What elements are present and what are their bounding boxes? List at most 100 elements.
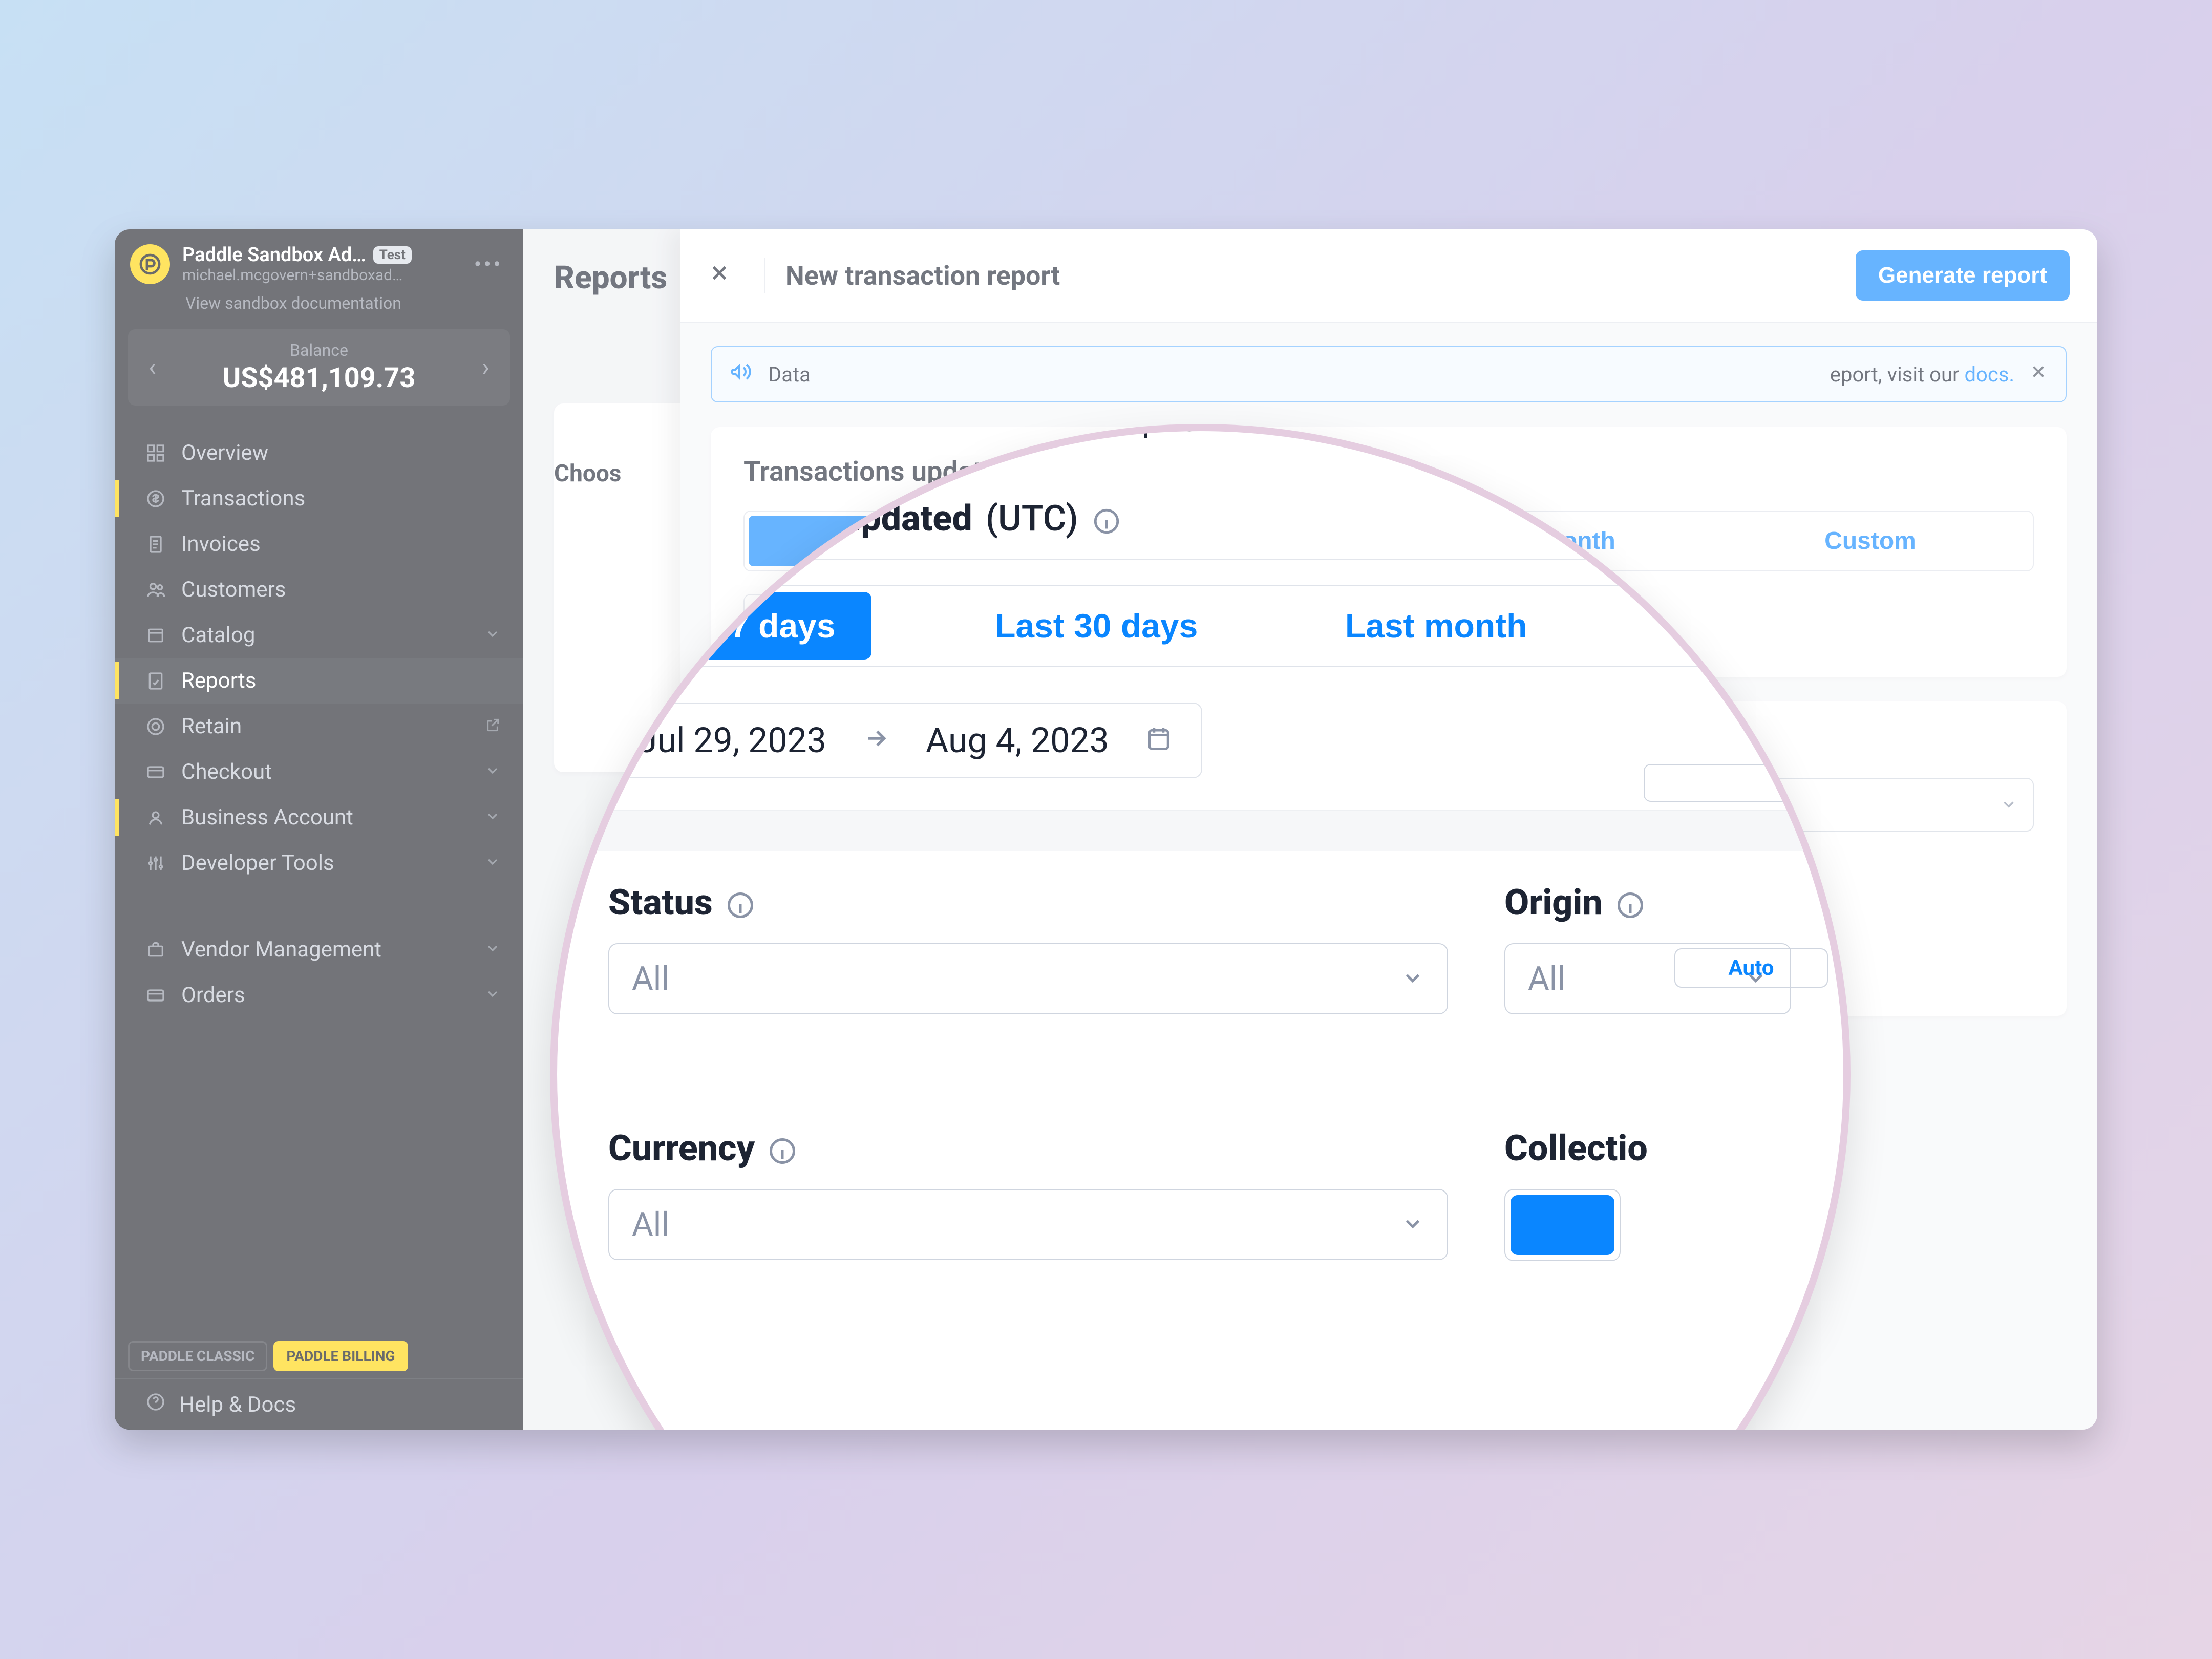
help-docs-link[interactable]: Help & Docs: [115, 1378, 523, 1430]
sidebar-item-label: Overview: [181, 440, 501, 465]
info-icon[interactable]: [1092, 498, 1121, 540]
sidebar-item-label: Catalog: [181, 623, 471, 648]
env-badge: Test: [373, 246, 412, 264]
info-icon[interactable]: [1615, 882, 1646, 924]
brand-logo: [130, 244, 170, 284]
balance-label: Balance: [156, 341, 482, 360]
sliders-icon: [145, 852, 168, 875]
chevron-down-icon: [1401, 960, 1424, 998]
sidebar: Paddle Sandbox Ad… Test michael.mcgovern…: [115, 229, 523, 1430]
briefcase-icon: [145, 939, 168, 961]
sandbox-docs-link[interactable]: View sandbox documentation: [115, 290, 523, 325]
zoom-date-title: nsactions updated (UTC): [675, 498, 1813, 540]
account-more-icon[interactable]: •••: [469, 246, 508, 283]
range-last-7[interactable]: Last 7 days: [615, 592, 871, 660]
banner-text-tail: eport, visit our docs.: [1830, 363, 2014, 387]
app-window: Paddle Sandbox Ad… Test michael.mcgovern…: [115, 229, 2097, 1430]
chevron-down-icon: [484, 938, 501, 962]
status-select[interactable]: All: [608, 943, 1448, 1014]
card-icon: [145, 761, 168, 783]
zoom-date-picker[interactable]: Jul 29, 2023 Aug 4, 2023: [608, 703, 1202, 778]
sidebar-item-checkout[interactable]: Checkout: [115, 749, 523, 795]
modal-header: New transaction report Generate report: [680, 229, 2097, 322]
zoom-filter-collection: Collectio: [1504, 1128, 1791, 1261]
sidebar-item-label: Vendor Management: [181, 937, 471, 962]
sidebar-item-customers[interactable]: Customers: [115, 567, 523, 612]
card-gap: [557, 810, 1843, 851]
sidebar-item-catalog[interactable]: Catalog: [115, 612, 523, 658]
help-label: Help & Docs: [179, 1392, 296, 1417]
range-custom[interactable]: Cu: [1651, 592, 1743, 660]
info-banner: Data eport, visit our docs.: [711, 346, 2067, 402]
range-last-30[interactable]: Last 30 days: [971, 592, 1221, 660]
chevron-down-icon: [484, 852, 501, 875]
balance-prev-icon[interactable]: ‹: [148, 353, 156, 382]
date-from: Jul 29, 2023: [638, 720, 826, 761]
info-icon[interactable]: [767, 1128, 798, 1169]
account-name: Paddle Sandbox Ad…: [182, 244, 366, 266]
invoice-icon: [145, 533, 168, 556]
info-icon[interactable]: [725, 882, 756, 924]
date-to: Aug 4, 2023: [926, 720, 1109, 761]
tab-paddle-billing[interactable]: PADDLE BILLING: [273, 1341, 408, 1371]
help-icon: [145, 1392, 166, 1417]
sidebar-item-label: Checkout: [181, 759, 471, 784]
account-email: michael.mcgovern+sandboxad…: [182, 266, 456, 284]
arrow-right-icon: [862, 720, 890, 761]
sidebar-item-business-account[interactable]: Business Account: [115, 795, 523, 840]
banner-dismiss-button[interactable]: [2029, 362, 2048, 387]
balance-next-icon[interactable]: ›: [482, 353, 490, 382]
collection-mode-segmented: [1504, 1189, 1621, 1261]
chevron-down-icon: [484, 624, 501, 647]
calendar-icon: [1145, 720, 1173, 761]
chevron-down-icon: [1401, 1205, 1424, 1244]
zoom-filter-currency: Currency All: [608, 1128, 1448, 1260]
sidebar-item-label: Invoices: [181, 531, 501, 557]
megaphone-icon: [729, 359, 754, 389]
peek-select[interactable]: [1644, 764, 1828, 802]
modal-title: New transaction report: [785, 260, 1856, 291]
chevron-down-icon: [484, 806, 501, 830]
chevron-down-icon: [484, 760, 501, 784]
banner-text: Data: [768, 363, 811, 387]
sidebar-item-orders[interactable]: Orders: [115, 972, 523, 1018]
divider: [557, 559, 1843, 560]
sidebar-item-label: Orders: [181, 983, 471, 1008]
sidebar-item-label: Business Account: [181, 805, 471, 830]
reports-icon: [145, 670, 168, 692]
divider: [764, 258, 765, 293]
background-card-label: Choos: [554, 460, 621, 487]
sidebar-item-overview[interactable]: Overview: [115, 430, 523, 476]
sidebar-item-developer-tools[interactable]: Developer Tools: [115, 840, 523, 886]
zoom-filter-status: Status All: [608, 882, 1448, 1014]
dashboard-icon: [145, 442, 168, 464]
zoom-date-segmented: Last 7 days Last 30 days Last month Cu: [608, 585, 1750, 667]
peek-auto-pill[interactable]: Auto: [1674, 948, 1828, 988]
close-button[interactable]: [708, 260, 743, 292]
sidebar-item-label: Developer Tools: [181, 850, 471, 876]
account-icon: [145, 806, 168, 829]
sidebar-item-reports[interactable]: Reports: [115, 658, 523, 704]
currency-select[interactable]: All: [608, 1189, 1448, 1260]
sidebar-item-retain[interactable]: Retain: [115, 704, 523, 749]
catalog-icon: [145, 624, 168, 647]
balance-value: US$481,109.73: [156, 362, 482, 394]
chevron-down-icon: [2000, 790, 2017, 819]
sidebar-item-label: Retain: [181, 714, 471, 739]
page-title: Reports: [554, 259, 667, 296]
card-icon: [145, 984, 168, 1007]
tab-paddle-classic[interactable]: PADDLE CLASSIC: [128, 1341, 267, 1371]
balance-card[interactable]: ‹ Balance US$481,109.73 ›: [128, 329, 510, 406]
range-last-month[interactable]: Last month: [1322, 592, 1551, 660]
generate-report-button[interactable]: Generate report: [1856, 250, 2070, 301]
dollar-icon: [145, 487, 168, 510]
product-tabs: PADDLE CLASSIC PADDLE BILLING: [115, 1341, 523, 1378]
collection-auto[interactable]: [1511, 1195, 1614, 1255]
sidebar-item-label: Transactions: [181, 486, 501, 511]
sidebar-item-transactions[interactable]: Transactions: [115, 476, 523, 521]
retain-icon: [145, 715, 168, 738]
sidebar-item-invoices[interactable]: Invoices: [115, 521, 523, 567]
account-switcher[interactable]: Paddle Sandbox Ad… Test michael.mcgovern…: [115, 229, 523, 290]
docs-link[interactable]: docs.: [1965, 363, 2015, 387]
sidebar-item-vendor-management[interactable]: Vendor Management: [115, 927, 523, 972]
